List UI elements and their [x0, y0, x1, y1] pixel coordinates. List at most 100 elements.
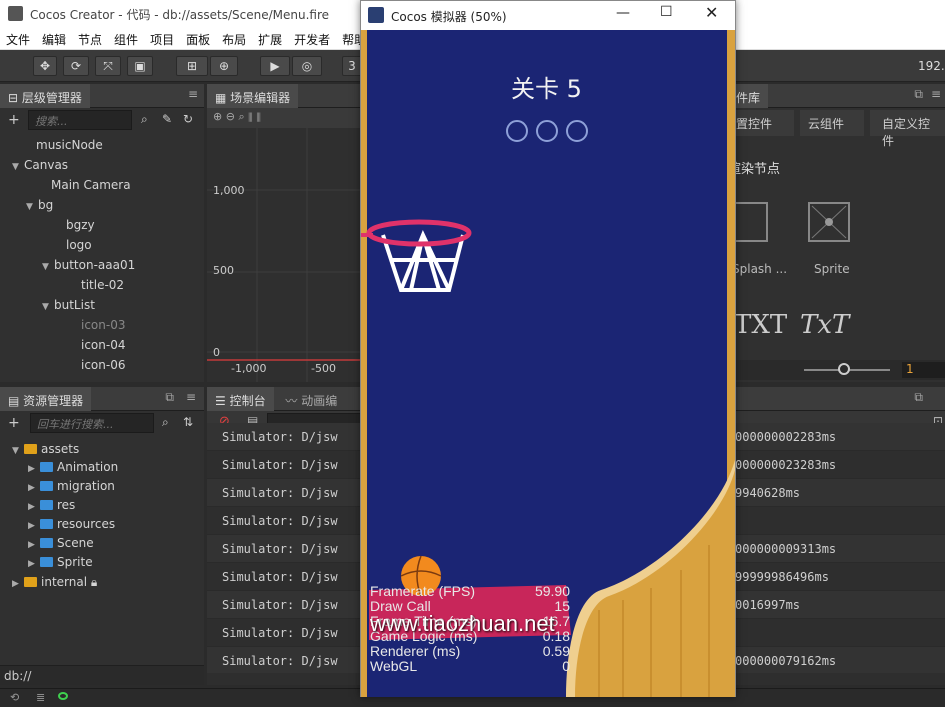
add-node-icon[interactable]: +: [8, 112, 20, 128]
close-icon[interactable]: ✕: [705, 3, 718, 22]
locate-icon[interactable]: ✎: [162, 112, 172, 126]
hierarchy-node[interactable]: ▼ bg: [0, 195, 204, 215]
move-tool-button[interactable]: ✥: [33, 56, 57, 76]
sprite-label: Sprite: [814, 262, 850, 276]
x-label-n1000: -1,000: [231, 362, 267, 375]
search-icon[interactable]: ⌕: [141, 112, 148, 127]
hierarchy-node[interactable]: ▼ Canvas: [0, 155, 204, 175]
asset-folder[interactable]: ▶ Animation: [28, 458, 118, 477]
database-icon[interactable]: ≣: [36, 691, 45, 704]
align2-icon[interactable]: ⫴: [256, 110, 261, 123]
hierarchy-node[interactable]: icon-04: [0, 335, 204, 355]
hierarchy-node[interactable]: icon-06: [0, 355, 204, 375]
expand-icon[interactable]: ▼: [42, 297, 54, 317]
menu-item-2[interactable]: 节点: [72, 28, 108, 48]
animation-tab[interactable]: 〰 动画编: [277, 387, 345, 414]
sprite-placeholder-icon: [811, 205, 847, 239]
console-max-icon[interactable]: ⧉: [914, 390, 923, 405]
add-asset-icon[interactable]: +: [8, 415, 20, 431]
hierarchy-tab[interactable]: ⊟ 层级管理器: [0, 84, 90, 108]
assets-menu-icon[interactable]: ≡: [186, 390, 196, 404]
builtin-tab[interactable]: 置控件: [736, 110, 794, 136]
scene-grid[interactable]: [207, 128, 360, 382]
refresh-icon[interactable]: ↻: [183, 112, 193, 126]
menu-item-5[interactable]: 面板: [180, 28, 216, 48]
hierarchy-node[interactable]: title-02: [0, 275, 204, 295]
log-source: Simulator: D/jsw: [222, 486, 338, 500]
console-tab[interactable]: ☰ 控制台: [207, 387, 274, 411]
asset-folder[interactable]: ▶ migration: [28, 477, 118, 496]
asset-folder[interactable]: ▶ Scene: [28, 534, 118, 553]
hierarchy-node[interactable]: bgzy: [0, 215, 204, 235]
scale-tool-button[interactable]: ⤧: [95, 56, 121, 76]
rect-tool-button[interactable]: ▣: [127, 56, 153, 76]
zoom-reset-icon[interactable]: ⌕: [238, 110, 244, 123]
thumb-size-slider-handle[interactable]: [838, 363, 850, 375]
rotate-tool-button[interactable]: ⟳: [63, 56, 89, 76]
library-menu-icon[interactable]: ≡: [931, 87, 941, 101]
hierarchy-node[interactable]: ▼ button-aaa01: [0, 255, 204, 275]
node-label: button-aaa01: [54, 258, 136, 272]
stat-label: Framerate (FPS): [370, 583, 476, 599]
menu-item-8[interactable]: 开发者: [288, 28, 336, 48]
sort-icon[interactable]: ⇅: [183, 415, 193, 429]
hierarchy-search-input[interactable]: 搜索...: [28, 110, 132, 130]
hierarchy-node[interactable]: icon-03: [0, 315, 204, 335]
preview-button[interactable]: ▶: [260, 56, 290, 76]
assets-path: db://: [0, 665, 204, 685]
asset-folder[interactable]: ▶ res: [28, 496, 118, 515]
scene-tab[interactable]: ▦ 场景编辑器: [207, 84, 299, 108]
richtext-txt-icon[interactable]: TxT: [800, 310, 849, 340]
log-source: Simulator: D/jsw: [222, 570, 338, 584]
asset-folder[interactable]: ▶ Sprite: [28, 553, 118, 572]
thumb-size-input[interactable]: 1: [902, 362, 945, 378]
assets-tab[interactable]: ▤ 资源管理器: [0, 387, 92, 411]
minimize-icon[interactable]: —: [616, 5, 630, 21]
collapse-icon[interactable]: ▶: [12, 574, 24, 594]
preview-mode-button[interactable]: ◎: [292, 56, 322, 76]
asset-folder[interactable]: ▶ resources: [28, 515, 118, 534]
sync-icon[interactable]: ⟲: [10, 691, 19, 704]
custom-tab[interactable]: 自定义控件: [870, 110, 945, 148]
zoom-out-icon[interactable]: ⊖: [226, 110, 235, 123]
pivot-button[interactable]: ⊞: [176, 56, 208, 76]
menu-item-7[interactable]: 扩展: [252, 28, 288, 48]
node-label: logo: [66, 238, 92, 252]
align-icon[interactable]: ⫴: [248, 110, 253, 123]
expand-icon[interactable]: ▼: [42, 257, 54, 277]
label-txt-icon[interactable]: TXT: [734, 310, 787, 340]
splash-thumb-icon[interactable]: [736, 202, 768, 242]
assets-root[interactable]: ▼ assets: [12, 439, 79, 459]
asset-search-icon[interactable]: ⌕: [162, 415, 169, 430]
sprite-thumb-icon[interactable]: [808, 202, 850, 242]
log-message: 000000002283ms: [735, 430, 837, 444]
panel-menu-icon[interactable]: ≡: [188, 87, 198, 101]
node-label: icon-04: [81, 338, 126, 352]
local-button[interactable]: ⊕: [210, 56, 238, 76]
library-max-icon[interactable]: ⧉: [914, 87, 923, 102]
hierarchy-node[interactable]: musicNode: [0, 135, 204, 155]
internal-root[interactable]: ▶ internal 🔒︎: [12, 572, 97, 592]
zoom-in-icon[interactable]: ⊕: [213, 110, 222, 123]
folder-label: Animation: [57, 460, 119, 474]
folder-icon: [40, 557, 53, 567]
log-message: 9940628ms: [735, 486, 801, 500]
menu-item-0[interactable]: 文件: [0, 28, 36, 48]
expand-icon[interactable]: ▼: [26, 197, 38, 217]
maximize-panel-icon[interactable]: ⧉: [165, 390, 174, 405]
maximize-icon[interactable]: ☐: [660, 4, 673, 20]
mode-select[interactable]: 3: [342, 56, 362, 76]
menu-item-4[interactable]: 项目: [144, 28, 180, 48]
library-tab[interactable]: 件库: [736, 84, 769, 108]
hierarchy-node[interactable]: ▼ butList: [0, 295, 204, 315]
cloud-tab[interactable]: 云组件: [800, 110, 864, 136]
menu-item-6[interactable]: 布局: [216, 28, 252, 48]
assets-search-input[interactable]: 回车进行搜索...: [30, 413, 154, 433]
expand-icon[interactable]: ▼: [12, 157, 24, 177]
folder-label: migration: [57, 479, 115, 493]
menu-item-1[interactable]: 编辑: [36, 28, 72, 48]
hierarchy-node[interactable]: logo: [0, 235, 204, 255]
expand-icon[interactable]: ▼: [12, 441, 24, 461]
menu-item-3[interactable]: 组件: [108, 28, 144, 48]
hierarchy-node[interactable]: Main Camera: [0, 175, 204, 195]
